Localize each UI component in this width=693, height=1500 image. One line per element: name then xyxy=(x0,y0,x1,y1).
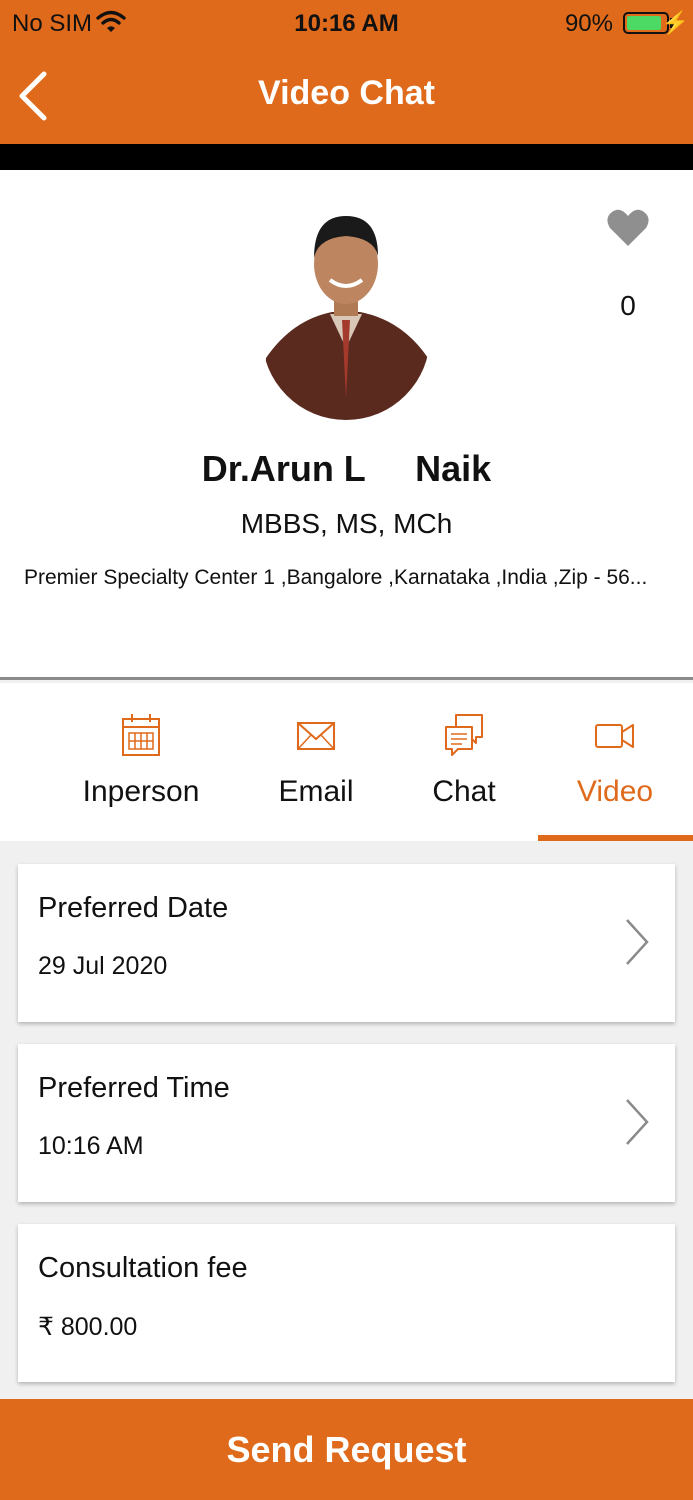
envelope-icon xyxy=(297,722,335,750)
battery-percent: 90% xyxy=(564,10,613,37)
consultation-fee-value: ₹ 800.00 xyxy=(38,1313,138,1341)
tab-video[interactable]: Video xyxy=(540,683,690,841)
preferred-date-row[interactable]: Preferred Date 29 Jul 2020 xyxy=(18,864,675,1022)
consultation-fee-label: Consultation fee xyxy=(38,1252,248,1284)
page-title: Video Chat xyxy=(258,74,435,112)
tab-inperson[interactable]: Inperson xyxy=(62,683,220,841)
consultation-type-tabs: Inperson Email Chat Video xyxy=(0,683,693,841)
tab-email[interactable]: Email xyxy=(246,683,386,841)
preferred-time-value: 10:16 AM xyxy=(38,1132,144,1160)
doctor-avatar xyxy=(262,216,430,420)
tab-chat-label: Chat xyxy=(432,775,496,808)
doctor-qualification: MBBS, MS, MCh xyxy=(240,508,453,539)
chevron-right-icon xyxy=(626,919,649,965)
charging-bolt-icon: ⚡ xyxy=(661,10,689,35)
preferred-time-label: Preferred Time xyxy=(38,1072,230,1104)
active-tab-indicator xyxy=(538,835,693,841)
video-camera-icon xyxy=(595,724,634,748)
tab-chat[interactable]: Chat xyxy=(394,683,534,841)
chevron-right-icon xyxy=(626,1099,649,1145)
likes-count: 0 xyxy=(620,290,636,321)
preferred-date-label: Preferred Date xyxy=(38,892,229,924)
preferred-time-row[interactable]: Preferred Time 10:16 AM xyxy=(18,1044,675,1202)
preferred-date-value: 29 Jul 2020 xyxy=(38,952,168,980)
doctor-address: Premier Specialty Center 1 ,Bangalore ,K… xyxy=(24,566,648,589)
doctor-name: Dr.Arun L Naik xyxy=(201,448,492,489)
heart-icon xyxy=(607,209,649,246)
tab-inperson-label: Inperson xyxy=(82,775,200,808)
favorite-heart-button[interactable] xyxy=(606,206,650,250)
send-request-button[interactable]: Send Request xyxy=(0,1399,693,1500)
status-bar: No SIM 10:16 AM 90% ⚡ xyxy=(0,0,693,48)
chat-bubbles-icon xyxy=(445,714,483,756)
divider-strip xyxy=(0,144,693,170)
tab-video-label: Video xyxy=(576,775,654,808)
nav-bar: Video Chat xyxy=(0,48,693,144)
doctor-profile-card: 0 Dr.Arun L Naik MBBS, MS, MCh Premier S… xyxy=(0,170,693,680)
calendar-icon xyxy=(122,714,160,756)
tab-email-label: Email xyxy=(278,775,354,808)
consultation-fee-row: Consultation fee ₹ 800.00 xyxy=(18,1224,675,1382)
